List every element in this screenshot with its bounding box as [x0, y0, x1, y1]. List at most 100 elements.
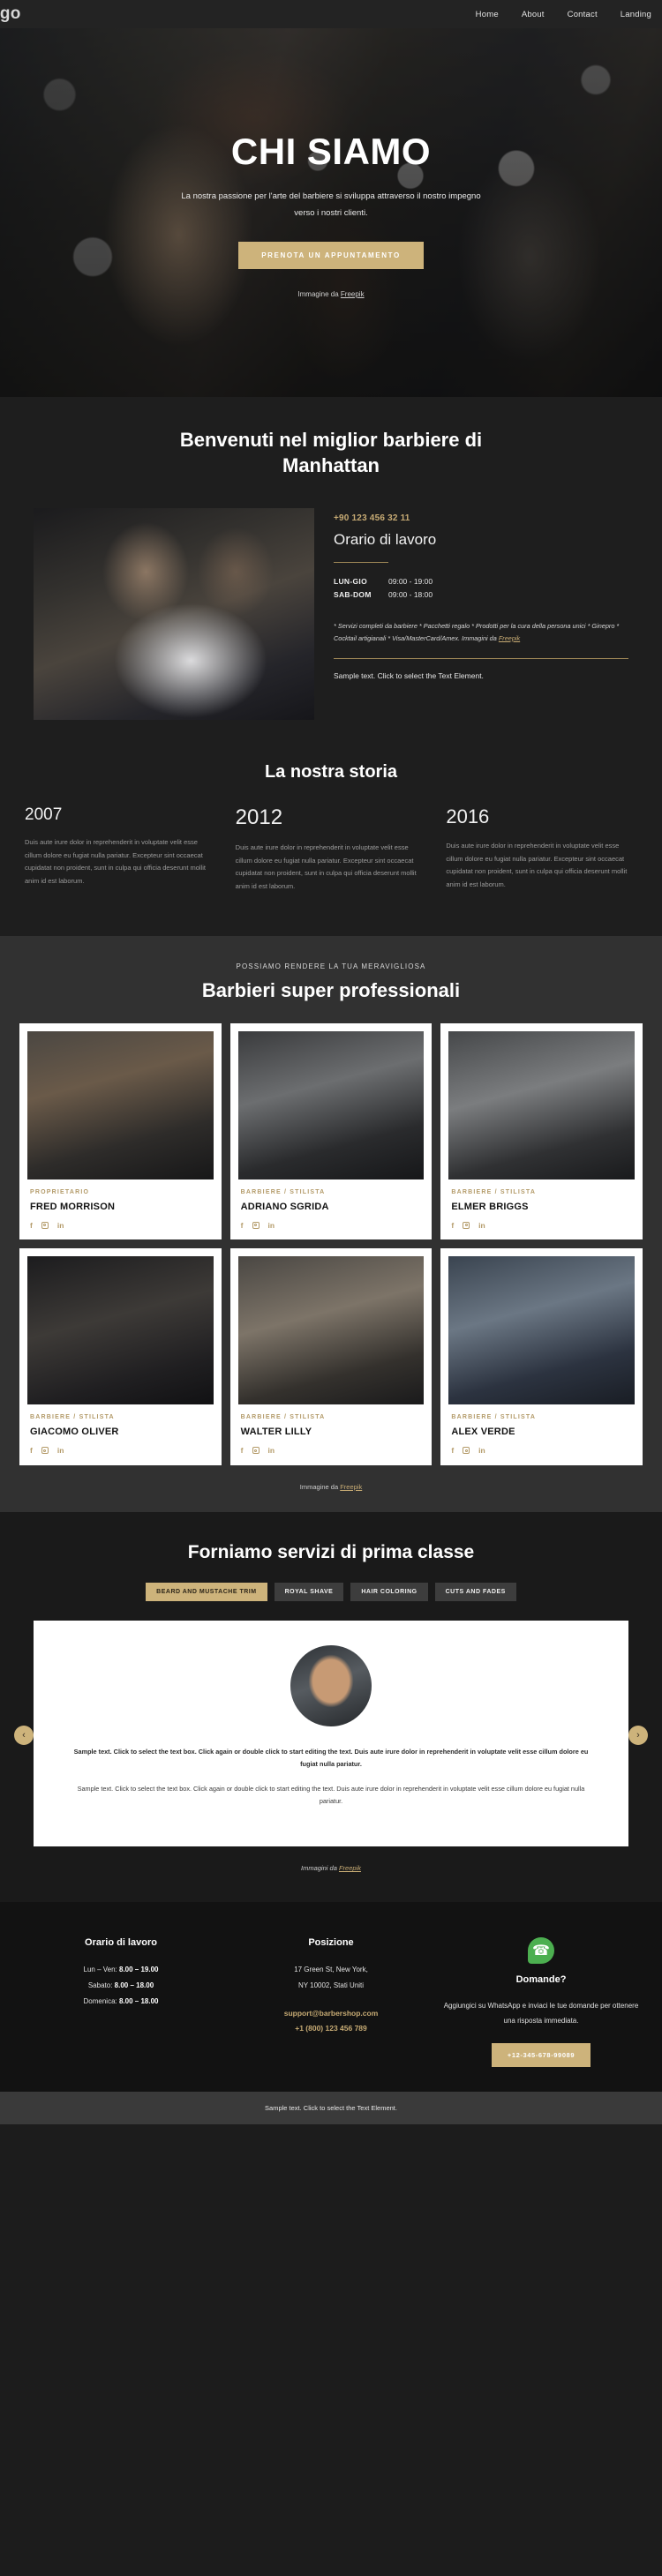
barber-name: ALEX VERDE — [451, 1427, 515, 1438]
fineprint-link[interactable]: Freepik — [499, 634, 520, 642]
story-text: Duis aute irure dolor in reprehenderit i… — [25, 838, 206, 885]
welcome-photo — [34, 508, 314, 721]
hours-value: 09:00 - 19:00 — [388, 577, 433, 587]
nav-item-contact[interactable]: Contact — [568, 10, 598, 19]
barber-photo — [448, 1256, 635, 1405]
story-section: La nostra storia ‹ › 2007 Duis aute irur… — [0, 746, 662, 1746]
footer-questions-heading: Domande? — [515, 1974, 567, 1986]
barber-socials: f in — [241, 1222, 422, 1230]
nav-item-landing[interactable]: Landing — [621, 10, 651, 19]
barbers-credit-link[interactable]: Freepik — [340, 1483, 362, 1491]
facebook-icon[interactable]: f — [241, 1447, 244, 1455]
footer-email[interactable]: support@barbershop.com — [233, 2006, 429, 2022]
barbers-eyebrow: POSSIAMO RENDERE LA TUA MERAVIGLIOSA — [236, 962, 426, 970]
barbers-credit-prefix: Immagine da — [299, 1482, 341, 1491]
footer-address-line-1: 17 Green St, New York, — [294, 1966, 368, 1974]
story-title: La nostra storia — [264, 762, 398, 783]
tab-cuts-and-fades[interactable]: CUTS AND FADES — [434, 1582, 516, 1601]
footer-hours-label: Sabato: — [87, 1981, 115, 1990]
tab-royal-shave[interactable]: ROYAL SHAVE — [274, 1582, 344, 1601]
welcome-section: Benvenuti nel miglior barbiere di Manhat… — [0, 397, 662, 747]
linkedin-icon[interactable]: in — [268, 1447, 275, 1455]
hero-credit-prefix: Immagine da — [297, 289, 341, 298]
whatsapp-number-button[interactable]: +12-345-678-99089 — [491, 2043, 591, 2068]
linkedin-icon[interactable]: in — [478, 1222, 485, 1230]
barbers-title: Barbieri super professionali — [201, 978, 461, 1001]
barbers-section: POSSIAMO RENDERE LA TUA MERAVIGLIOSA Bar… — [0, 935, 662, 1512]
hero-credit-link[interactable]: Freepik — [341, 290, 365, 298]
service-panel: Sample text. Click to select the text bo… — [34, 1620, 628, 1847]
barber-card[interactable]: PROPRIETARIO FRED MORRISON f in — [19, 1022, 222, 1240]
footer-location-column: Posizione 17 Green St, New York, NY 1000… — [233, 1937, 429, 2067]
nav-item-about[interactable]: About — [522, 10, 545, 19]
barber-card[interactable]: BARBIERE / STILISTA ELMER BRIGGS f in — [440, 1022, 643, 1240]
facebook-icon[interactable]: f — [30, 1447, 33, 1455]
facebook-icon[interactable]: f — [451, 1222, 454, 1230]
tab-hair-coloring[interactable]: HAIR COLORING — [350, 1582, 428, 1601]
story-item: 2012 Duis aute irure dolor in reprehende… — [236, 805, 427, 894]
services-credit-prefix: Immagini da — [301, 1864, 339, 1873]
footer-hours-label: Lun – Ven: — [83, 1966, 119, 1974]
hours-value: 09:00 - 18:00 — [388, 590, 433, 600]
carousel-prev-icon[interactable]: ‹ — [14, 1726, 34, 1746]
instagram-icon[interactable] — [41, 1447, 49, 1455]
footer-bottom-note: Sample text. Click to select the Text El… — [0, 2092, 662, 2125]
footer-location-heading: Posizione — [308, 1937, 354, 1949]
story-year: 2016 — [446, 805, 490, 828]
barber-socials: f in — [451, 1447, 632, 1455]
instagram-icon[interactable] — [463, 1221, 470, 1229]
book-appointment-button[interactable]: PRENOTA UN APPUNTAMENTO — [238, 241, 424, 269]
linkedin-icon[interactable]: in — [57, 1222, 64, 1230]
hero-section: CHI SIAMO La nostra passione per l'arte … — [0, 28, 662, 397]
barber-card[interactable]: BARBIERE / STILISTA GIACOMO OLIVER f in — [19, 1248, 222, 1465]
barber-photo — [448, 1030, 635, 1179]
tab-beard-and-mustache-trim[interactable]: BEARD AND MUSTACHE TRIM — [146, 1582, 267, 1601]
barber-role: BARBIERE / STILISTA — [451, 1414, 537, 1421]
instagram-icon[interactable] — [463, 1447, 470, 1455]
service-paragraph-bold: Sample text. Click to select the text bo… — [73, 1747, 589, 1768]
instagram-icon[interactable] — [252, 1447, 260, 1455]
instagram-icon[interactable] — [252, 1221, 260, 1229]
hero-title: CHI SIAMO — [230, 131, 432, 173]
barber-card[interactable]: BARBIERE / STILISTA WALTER LILLY f in — [229, 1248, 433, 1465]
welcome-phone[interactable]: +90 123 456 32 11 — [334, 513, 628, 523]
footer-hours-label: Domenica: — [83, 1996, 119, 2005]
whatsapp-icon[interactable]: ☎ — [528, 1937, 554, 1965]
barber-socials: f in — [451, 1222, 632, 1230]
services-section: Forniamo servizi di prima classe BEARD A… — [0, 1511, 662, 1903]
site-logo[interactable]: ogo — [0, 4, 21, 24]
footer-hours-line: Lun – Ven: 8.00 – 19.00 — [23, 1962, 219, 1978]
footer-hours-line: Sabato: 8.00 – 18.00 — [23, 1978, 219, 1994]
site-footer: Orario di lavoro Lun – Ven: 8.00 – 19.00… — [0, 1902, 662, 2093]
facebook-icon[interactable]: f — [241, 1222, 244, 1230]
footer-hours-value: 8.00 – 18.00 — [114, 1981, 154, 1990]
barber-role: BARBIERE / STILISTA — [240, 1414, 326, 1421]
welcome-fineprint: * Servizi completi da barbiere * Pacchet… — [334, 620, 628, 644]
welcome-sample-note: Sample text. Click to select the Text El… — [334, 671, 484, 681]
barber-role: BARBIERE / STILISTA — [240, 1188, 326, 1195]
services-credit-link[interactable]: Freepik — [339, 1864, 361, 1872]
linkedin-icon[interactable]: in — [268, 1222, 275, 1230]
footer-hours-value: 8.00 – 19.00 — [119, 1966, 159, 1974]
carousel-next-icon[interactable]: › — [628, 1726, 648, 1746]
working-hours-title: Orario di lavoro — [334, 531, 437, 549]
barber-name: WALTER LILLY — [240, 1427, 312, 1438]
linkedin-icon[interactable]: in — [478, 1447, 485, 1455]
welcome-title: Benvenuti nel miglior barbiere di Manhat… — [179, 429, 483, 477]
facebook-icon[interactable]: f — [30, 1222, 33, 1230]
barber-name: ADRIANO SGRIDA — [240, 1201, 329, 1212]
barber-socials: f in — [241, 1447, 422, 1455]
instagram-icon[interactable] — [41, 1221, 49, 1229]
footer-phone[interactable]: +1 (800) 123 456 789 — [233, 2021, 429, 2037]
barber-socials: f in — [30, 1222, 211, 1230]
barber-photo — [237, 1256, 425, 1405]
barber-card[interactable]: BARBIERE / STILISTA ALEX VERDE f in — [440, 1248, 643, 1465]
linkedin-icon[interactable]: in — [57, 1447, 64, 1455]
nav-item-home[interactable]: Home — [476, 10, 499, 19]
barber-name: FRED MORRISON — [30, 1201, 116, 1212]
barbers-image-credit: Immagine da Freepik — [0, 1483, 662, 1491]
main-nav: Home About Contact Landing — [476, 10, 651, 19]
facebook-icon[interactable]: f — [451, 1447, 454, 1455]
barber-card[interactable]: BARBIERE / STILISTA ADRIANO SGRIDA f in — [229, 1022, 433, 1240]
story-item: 2016 Duis aute irure dolor in reprehende… — [446, 805, 637, 894]
